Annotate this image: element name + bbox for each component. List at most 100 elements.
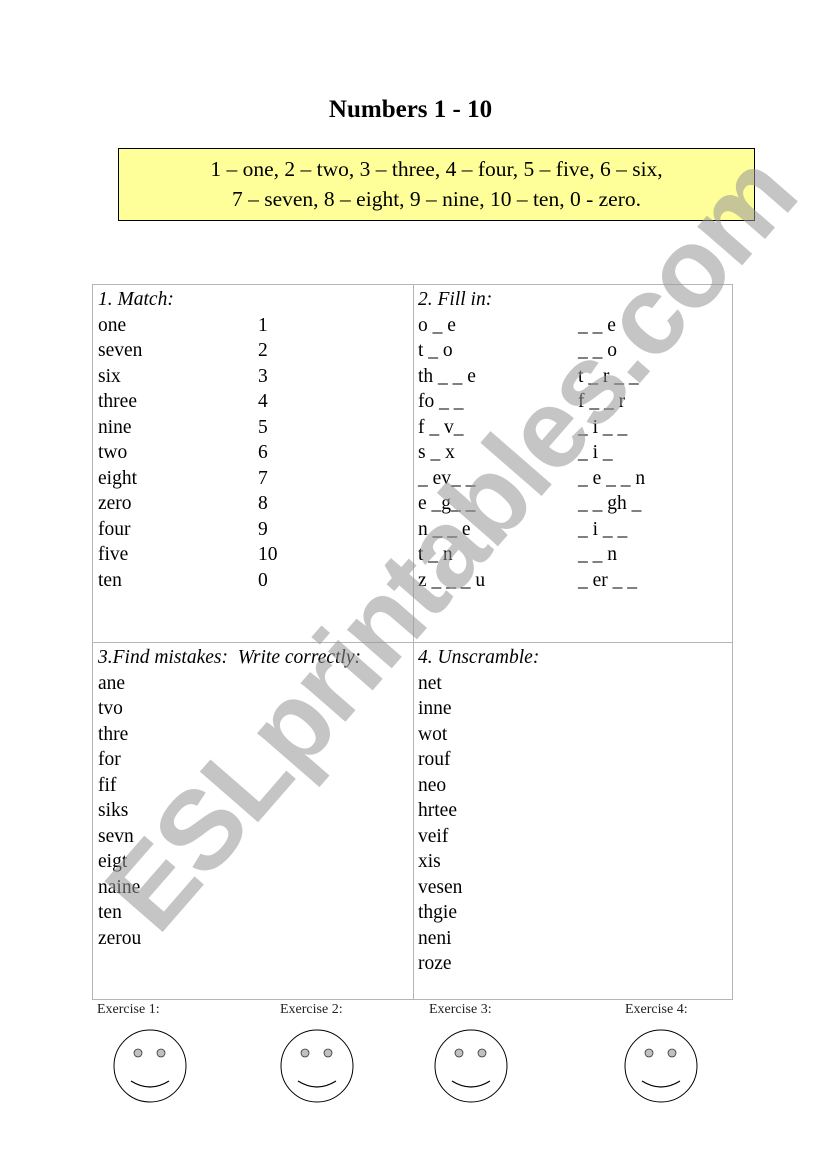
match-row: four 9: [98, 517, 408, 543]
left-item: nine: [98, 416, 132, 438]
scrambled-word: roze: [418, 953, 452, 974]
scrambled-word: wot: [418, 723, 448, 745]
left-item: ten: [98, 569, 122, 591]
exercise-label: Exercise 3:: [429, 1002, 492, 1017]
fill-in-list: o _ e _ _ e t _ o _ _ o th _ _ e t _ r _ _ fo …: [418, 313, 728, 594]
exercise-3-score: Exercise 3:: [429, 1002, 492, 1018]
left-item: zero: [98, 493, 132, 514]
reference-line-1: 1 – one, 2 – two, 3 – three, 4 – four, 5…: [210, 157, 663, 181]
left-item: seven: [98, 340, 143, 361]
right-item: _ e _ _ n: [578, 467, 646, 489]
exercise-fill-in: 2. Fill in: o _ e _ _ e t _ o _ _ o th _ _ e…: [418, 287, 728, 593]
right-item: t _ r _ _: [578, 365, 639, 387]
fill-in-row: th _ _ e t _ r _ _: [418, 364, 728, 390]
match-row: seven 2: [98, 338, 408, 364]
fill-in-row: z _ _ _ u _ er _ _: [418, 568, 728, 594]
right-item: _ _ n: [578, 544, 617, 565]
smiley-face-icon: [113, 1029, 187, 1103]
fill-in-row: fo _ _ f _ _ r: [418, 389, 728, 415]
exercise-label: Exercise 1:: [97, 1002, 160, 1017]
right-item: 6: [258, 442, 268, 463]
match-row: one 1: [98, 313, 408, 339]
left-item: th _ _ e: [418, 365, 476, 387]
match-row: zero 8: [98, 491, 408, 517]
mistake-word: sevn: [98, 825, 134, 847]
right-item: _ _ o: [578, 340, 617, 361]
right-item: 0: [258, 569, 268, 591]
right-item: _ i _ _: [578, 416, 628, 438]
match-row: nine 5: [98, 415, 408, 441]
mistake-word: eigt: [98, 851, 128, 872]
scrambled-word: thgie: [418, 902, 457, 923]
right-item: _ _ e: [578, 314, 616, 336]
left-item: s _ x: [418, 442, 455, 463]
exercise-match: 1. Match: one 1 seven 2 six 3 three 4 nine 5 two 6 e…: [98, 287, 408, 593]
left-item: five: [98, 544, 129, 565]
right-item: f _ _ r: [578, 391, 626, 412]
fill-in-row: t _ n _ _ n: [418, 542, 728, 568]
exercise-find-mistakes: 3.Find mistakes: Write correctly: ane tvo…: [98, 645, 408, 951]
fill-in-row: f _ v_ _ i _ _: [418, 415, 728, 441]
left-item: t _ n: [418, 544, 453, 565]
exercise-grid: 1. Match: one 1 seven 2 six 3 three 4 nine 5 two 6 e…: [92, 284, 733, 1000]
scrambled-word: neni: [418, 927, 452, 949]
left-item: f _ v_: [418, 416, 464, 438]
smiley-face-icon: [434, 1029, 508, 1103]
right-item: 9: [258, 518, 268, 540]
left-item: six: [98, 365, 121, 387]
exercise-label: Exercise 2:: [280, 1002, 343, 1017]
exercise-unscramble: 4. Unscramble: net inne wot rouf neo hrtee vei…: [418, 645, 728, 977]
right-item: _ er _ _: [578, 569, 638, 591]
right-item: 2: [258, 340, 268, 361]
left-item: one: [98, 314, 127, 336]
fill-in-row: e _g_ _ _ _ gh _: [418, 491, 728, 517]
exercise-1-score: Exercise 1:: [97, 1002, 160, 1018]
fill-in-row: t _ o _ _ o: [418, 338, 728, 364]
mistake-word: fif: [98, 774, 117, 796]
smiley-face-icon: [624, 1029, 698, 1103]
grid-divider-horizontal: [93, 642, 732, 643]
exercise-label: Exercise 4:: [625, 1002, 688, 1017]
left-item: t _ o: [418, 340, 453, 361]
reference-box: 1 – one, 2 – two, 3 – three, 4 – four, 5…: [118, 148, 755, 221]
page-title: Numbers 1 - 10: [328, 96, 493, 123]
right-item: _ i _: [578, 442, 613, 463]
right-item: 5: [258, 416, 268, 438]
mistake-word: zerou: [98, 927, 142, 949]
scrambled-word: neo: [418, 774, 447, 796]
exercise-heading: 2. Fill in:: [418, 289, 493, 310]
smiley-face-icon: [280, 1029, 354, 1103]
mistake-word: naine: [98, 876, 141, 898]
match-row: three 4: [98, 389, 408, 415]
match-row: ten 0: [98, 568, 408, 594]
mistake-word: for: [98, 749, 121, 770]
match-row: six 3: [98, 364, 408, 390]
exercise-heading: 4. Unscramble:: [418, 647, 540, 668]
scrambled-word: rouf: [418, 749, 451, 770]
exercise-2-score: Exercise 2:: [280, 1002, 343, 1018]
left-item: four: [98, 518, 131, 540]
reference-line-2: 7 – seven, 8 – eight, 9 – nine, 10 – ten…: [231, 187, 641, 211]
left-item: eight: [98, 467, 137, 489]
right-item: 4: [258, 391, 268, 412]
left-item: o _ e: [418, 314, 456, 336]
match-row: five 10: [98, 542, 408, 568]
match-row: eight 7: [98, 466, 408, 492]
exercise-heading: 1. Match:: [98, 289, 174, 310]
left-item: _ ev_ _: [418, 467, 476, 489]
mistake-word: ane: [98, 672, 126, 694]
left-item: three: [98, 391, 137, 412]
exercise-4-score: Exercise 4:: [625, 1002, 688, 1018]
scrambled-word: hrtee: [418, 800, 457, 821]
fill-in-row: o _ e _ _ e: [418, 313, 728, 339]
left-item: e _g_ _: [418, 493, 476, 514]
right-item: 7: [258, 467, 268, 489]
mistakes-list: ane tvo thre for fif siks sevn eigt naine ten zero…: [98, 671, 408, 952]
right-item: 3: [258, 365, 268, 387]
unscramble-list: net inne wot rouf neo hrtee veif xis vesen thgie n…: [418, 671, 728, 977]
fill-in-row: n _ _ e _ i _ _: [418, 517, 728, 543]
scrambled-word: xis: [418, 851, 441, 872]
scrambled-word: net: [418, 672, 442, 694]
mistake-word: thre: [98, 723, 129, 745]
match-list: one 1 seven 2 six 3 three 4 nine 5 two 6 eight 7 zero 8…: [98, 313, 408, 594]
